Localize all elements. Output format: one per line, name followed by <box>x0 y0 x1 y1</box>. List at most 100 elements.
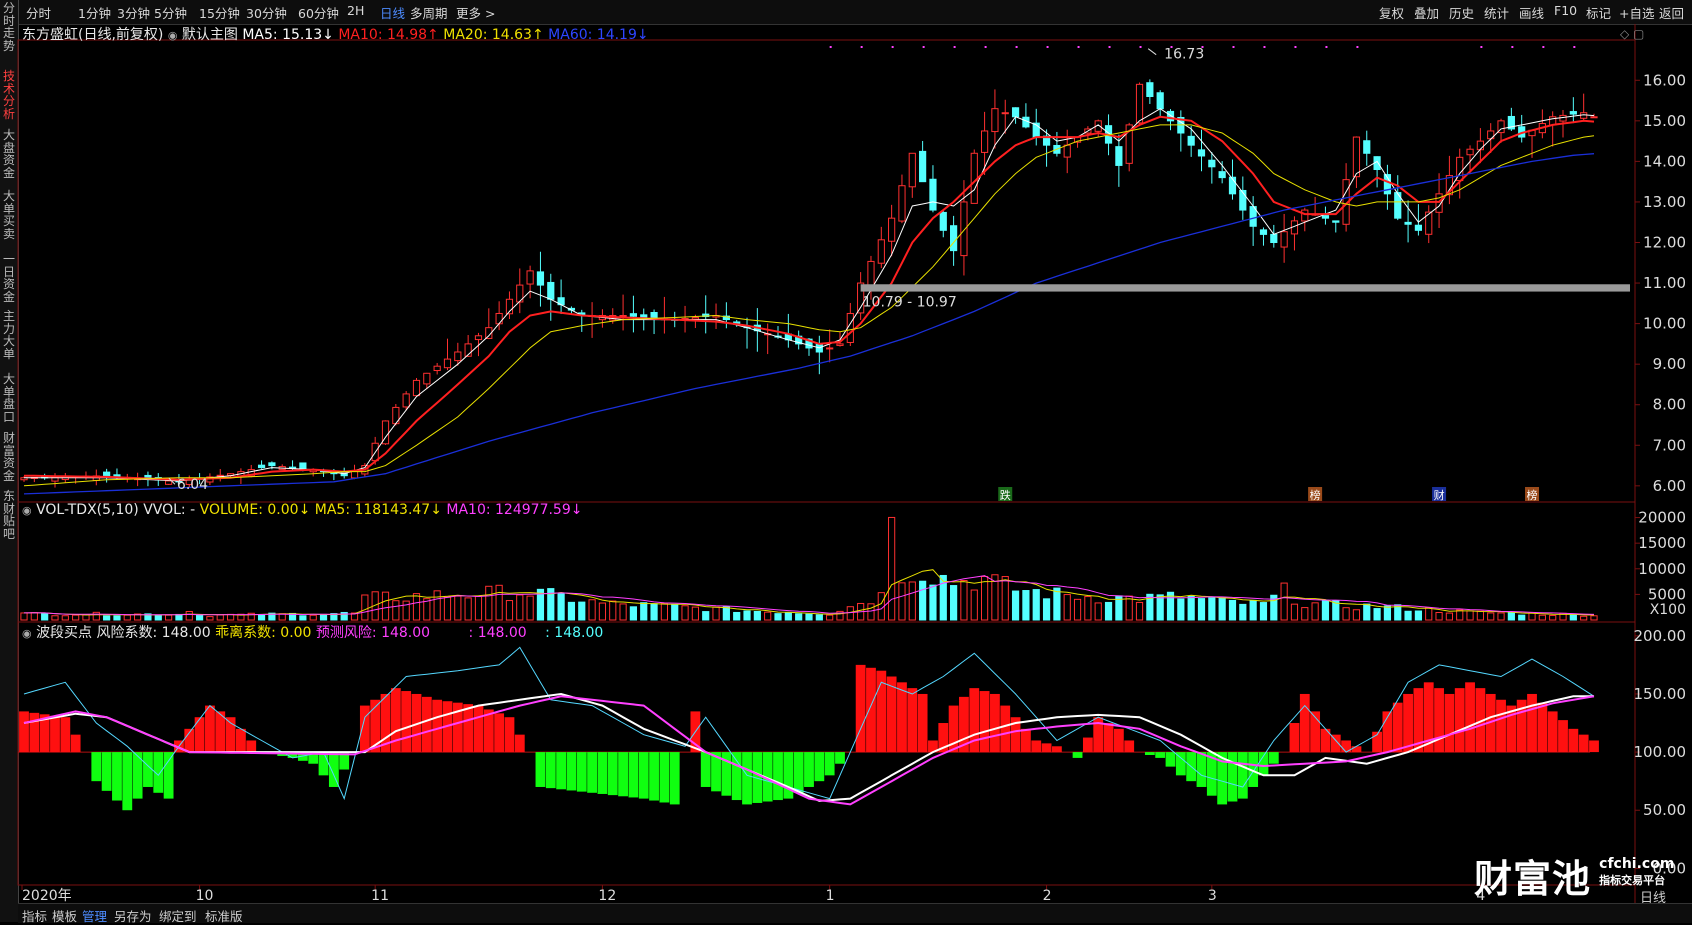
candle-body[interactable] <box>1146 82 1154 97</box>
candle-body[interactable] <box>1187 135 1195 146</box>
dropdown-icon[interactable]: ◉ <box>22 504 32 517</box>
candle-body[interactable] <box>402 393 410 408</box>
bottom-tab-4[interactable]: 绑定到 <box>159 906 197 925</box>
candle-body[interactable] <box>495 312 503 325</box>
candle-body[interactable] <box>1197 149 1206 157</box>
candle-body[interactable] <box>299 462 307 470</box>
wave-bar-up <box>1496 699 1506 753</box>
candle-body[interactable] <box>423 372 431 385</box>
candle-body[interactable] <box>1135 83 1144 124</box>
volume-bar <box>1239 603 1247 621</box>
candle-body[interactable] <box>1011 107 1020 118</box>
candle-body[interactable] <box>1590 116 1598 119</box>
candle-body[interactable] <box>991 108 999 133</box>
candle-body[interactable] <box>826 347 834 350</box>
candle-body[interactable] <box>443 358 452 369</box>
candle-body[interactable] <box>950 225 958 252</box>
candle-body[interactable] <box>474 335 483 341</box>
candle-body[interactable] <box>1321 215 1330 219</box>
candle-body[interactable] <box>526 270 534 285</box>
candle-body[interactable] <box>846 312 854 343</box>
bottom-tab-5[interactable]: 标准版 <box>205 906 243 925</box>
candle-body[interactable] <box>980 130 989 153</box>
candle-body[interactable] <box>1259 229 1268 235</box>
dropdown-icon[interactable]: ◉ <box>22 627 32 640</box>
candle-body[interactable] <box>867 260 875 289</box>
volume-bar <box>113 615 121 621</box>
volume-bar <box>609 600 617 621</box>
volume-bar <box>650 603 658 621</box>
chart-area[interactable]: 6.00 7.00 8.00 9.00 10.00 11.00 12.00 13.00 14.0… <box>0 0 1692 922</box>
candle-body[interactable] <box>1414 224 1423 231</box>
candle-body[interactable] <box>929 178 937 211</box>
candle-body[interactable] <box>619 315 627 317</box>
stock-name[interactable]: 东方盛虹(日线,前复权) <box>22 27 163 43</box>
candle-body[interactable] <box>268 462 276 467</box>
candle-body[interactable] <box>939 211 947 231</box>
candle-body[interactable] <box>103 471 111 477</box>
candle-body[interactable] <box>1001 112 1009 115</box>
candle-body[interactable] <box>877 239 885 264</box>
chart-name[interactable]: 默认主图 <box>182 27 238 43</box>
dropdown-icon[interactable]: ◉ <box>168 29 178 42</box>
event-tag-0[interactable]: 跌 <box>1000 488 1011 502</box>
candle-body[interactable] <box>536 271 545 286</box>
bottom-tab-0[interactable]: 指标 <box>22 906 47 925</box>
bottom-tab-1[interactable]: 模板 <box>52 906 77 925</box>
volume-bar <box>72 614 80 621</box>
candle-body[interactable] <box>1239 189 1247 211</box>
candle-body[interactable] <box>1280 231 1288 248</box>
candle-body[interactable] <box>454 351 462 362</box>
volume-bar <box>516 594 524 621</box>
candle-body[interactable] <box>1476 140 1484 151</box>
candle-body[interactable] <box>908 152 916 188</box>
volume-bar <box>1156 594 1164 621</box>
candle-body[interactable] <box>1404 221 1412 225</box>
candle-body[interactable] <box>1363 140 1371 154</box>
event-tag-3[interactable]: 榜 <box>1527 488 1538 502</box>
candle-body[interactable] <box>1332 220 1340 223</box>
vol-indicator-name[interactable]: VOL-TDX(5,10) VVOL: - <box>36 502 195 518</box>
candle-body[interactable] <box>412 379 421 397</box>
candle-body[interactable] <box>1208 159 1216 168</box>
candle-body[interactable] <box>165 480 173 485</box>
candle-body[interactable] <box>1063 144 1071 158</box>
wave-bar-down <box>556 752 567 790</box>
panel-settings-icon[interactable]: ◇ ▢ <box>1620 27 1644 41</box>
candle-body[interactable] <box>1156 92 1164 110</box>
candle-body[interactable] <box>629 313 638 317</box>
wave-indicator-name[interactable]: 波段买点 风险系数: 148.00 <box>36 625 211 641</box>
candle-body[interactable] <box>288 466 297 469</box>
candle-body[interactable] <box>1352 136 1361 178</box>
candle-body[interactable] <box>919 150 927 183</box>
candle-body[interactable] <box>836 343 844 346</box>
candle-body[interactable] <box>960 201 968 257</box>
candle-body[interactable] <box>547 281 555 300</box>
wave-bar-down <box>545 752 556 789</box>
bottom-tab-3[interactable]: 另存为 <box>114 906 152 925</box>
volume-bar <box>165 614 173 621</box>
wave-bar-up <box>246 740 257 753</box>
candle-body[interactable] <box>1270 233 1278 244</box>
candle-body[interactable] <box>1166 110 1175 122</box>
bottom-tab-2[interactable]: 管理 <box>82 906 107 925</box>
volume-bar <box>784 612 792 621</box>
candle-body[interactable] <box>1301 209 1309 222</box>
candle-body[interactable] <box>650 312 658 319</box>
event-tag-2[interactable]: 财 <box>1434 488 1445 502</box>
event-tag-1[interactable]: 榜 <box>1310 488 1321 502</box>
ma-line-ma20 <box>23 124 1595 487</box>
candle-body[interactable] <box>640 314 648 318</box>
candle-body[interactable] <box>691 317 699 320</box>
candle-body[interactable] <box>1466 148 1474 156</box>
candle-body[interactable] <box>898 185 906 222</box>
candle-body[interactable] <box>257 464 266 469</box>
candle-body[interactable] <box>888 217 896 242</box>
ma10-value: MA10: 14.98↑ <box>338 27 439 43</box>
wave-bar-down <box>587 752 597 793</box>
signal-dot <box>984 46 987 48</box>
candle-body[interactable] <box>1115 146 1123 166</box>
candle-body[interactable] <box>433 365 441 372</box>
candle-body[interactable] <box>1218 171 1226 179</box>
candle-body[interactable] <box>1569 111 1577 115</box>
